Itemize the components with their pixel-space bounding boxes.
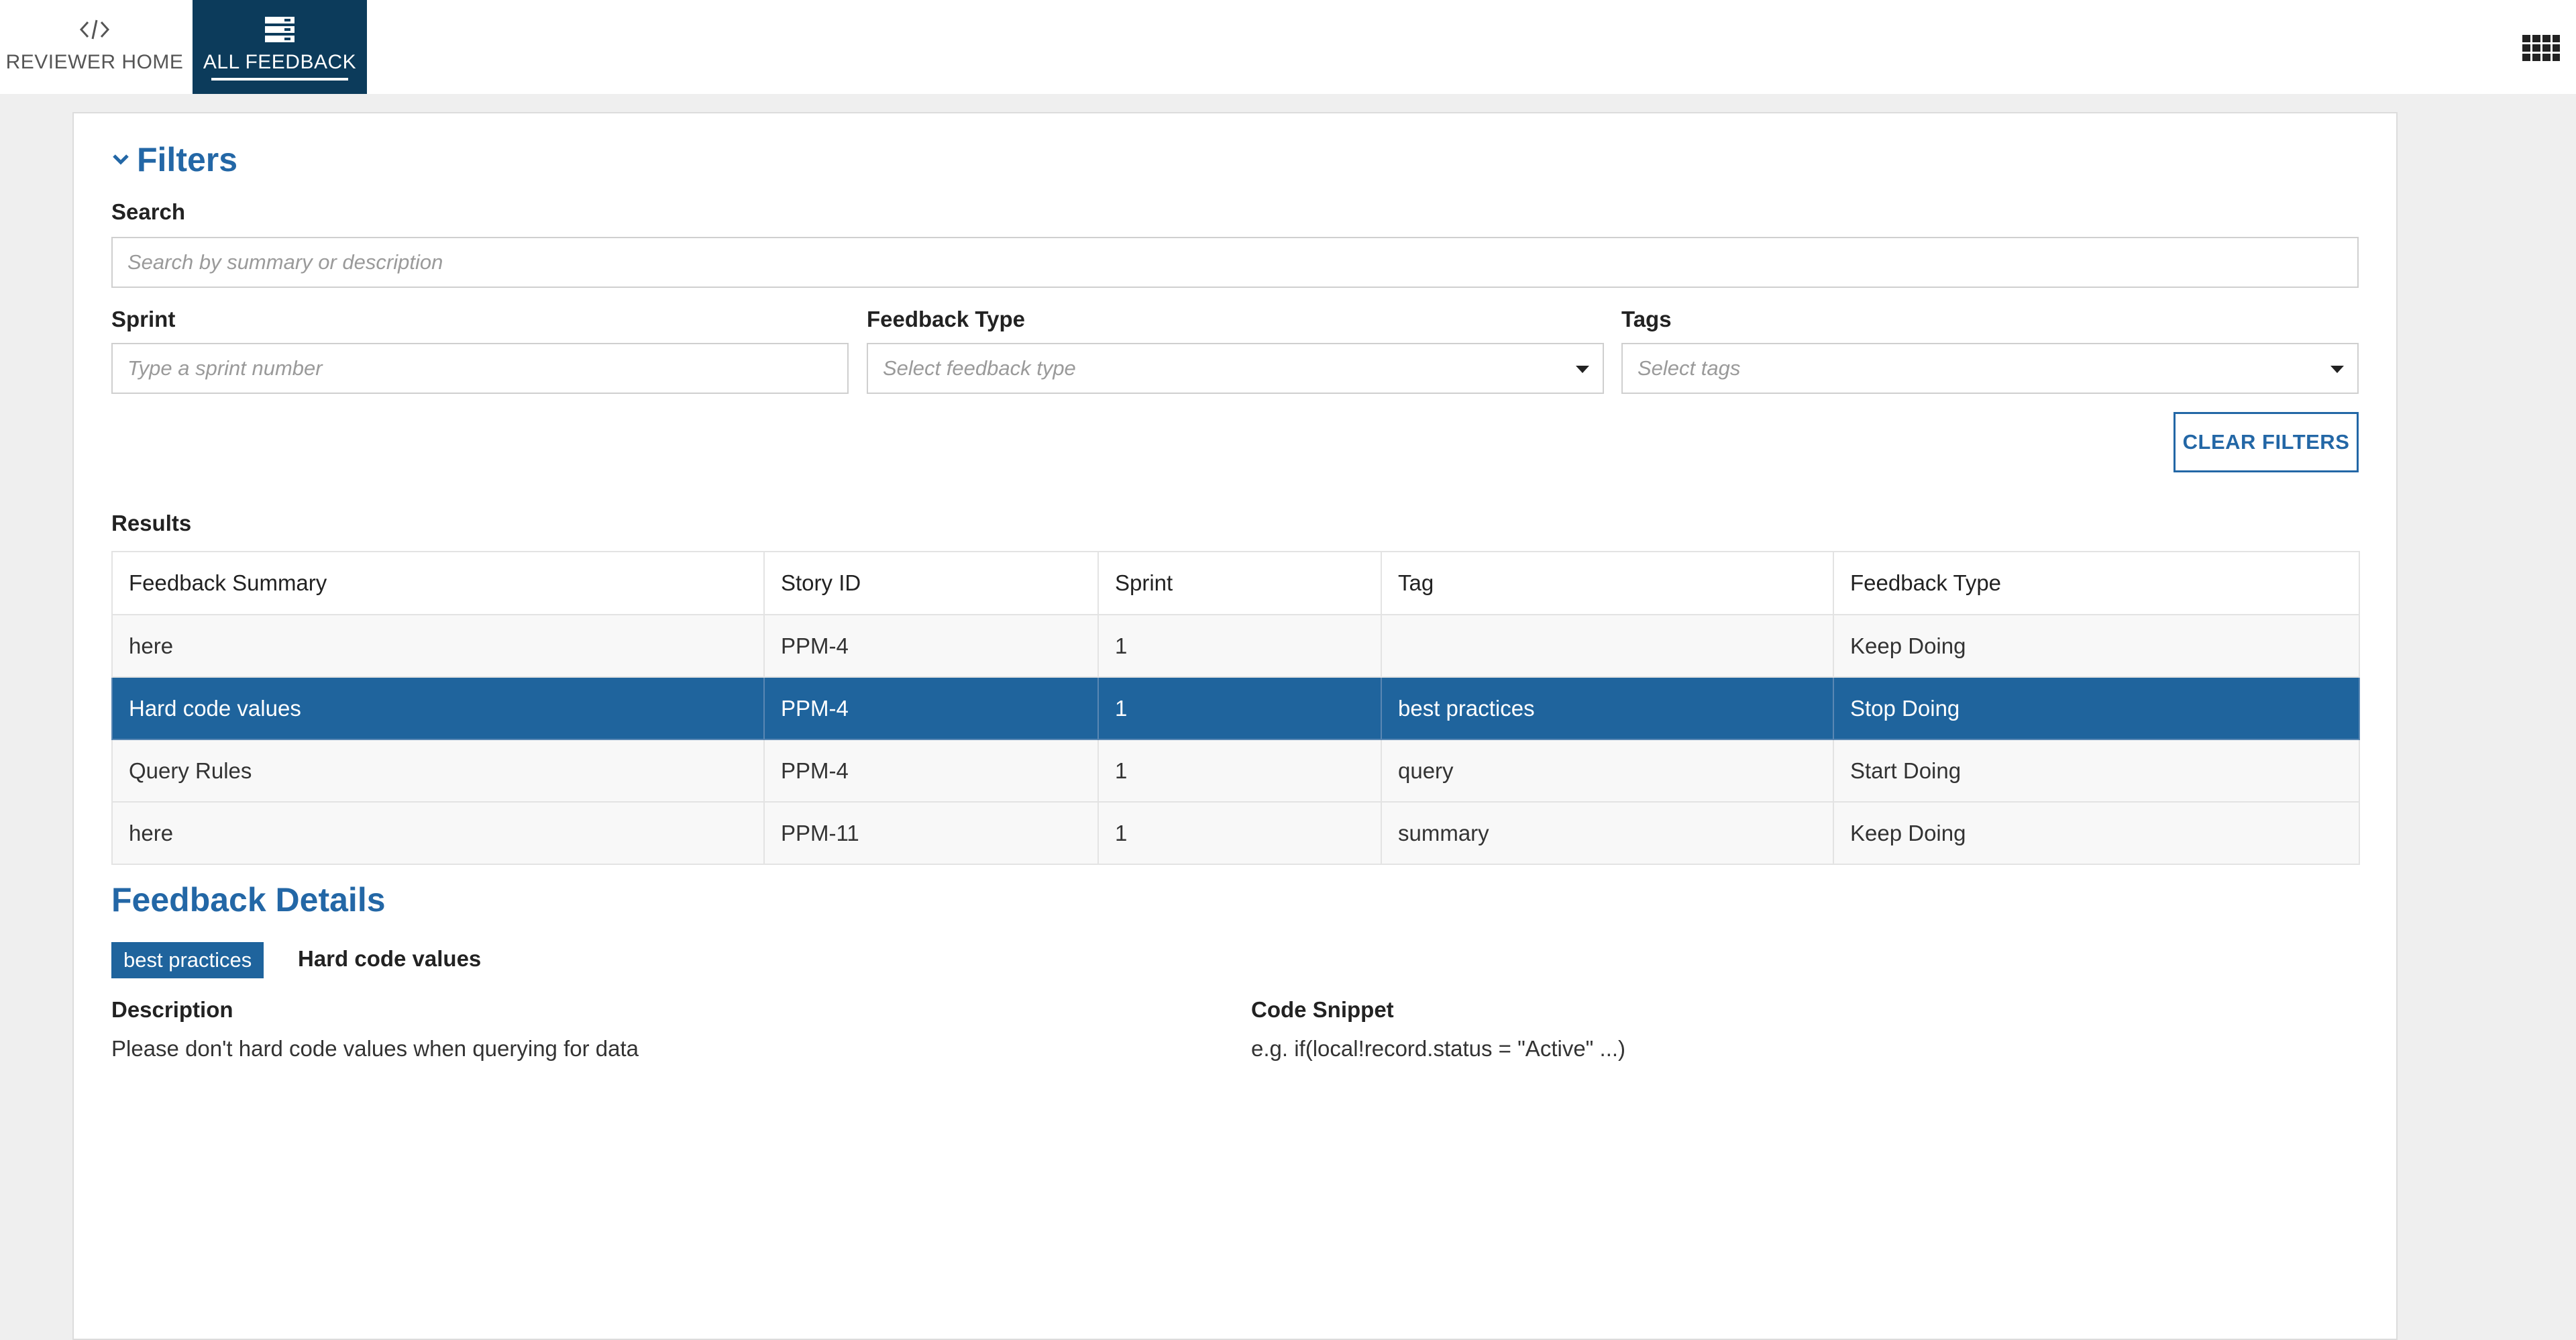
column-header-feedback-summary[interactable]: Feedback Summary [111, 551, 765, 615]
feedback-details-title: Feedback Details [111, 881, 386, 919]
cell-sprint: 1 [1097, 801, 1382, 865]
cell-story-id: PPM-4 [763, 739, 1099, 803]
dropdown-caret-icon [1576, 366, 1589, 373]
main-card: Filters Search Search by summary or desc… [72, 112, 2398, 1340]
column-header-tag[interactable]: Tag [1381, 551, 1834, 615]
search-label: Search [111, 199, 186, 224]
filters-toggle[interactable]: Filters [111, 140, 237, 179]
code-icon [0, 15, 189, 44]
top-nav: REVIEWER HOME ALL FEEDBACK [0, 0, 2576, 94]
table-row[interactable]: here PPM-11 1 summary Keep Doing [111, 801, 2360, 865]
code-snippet-label: Code Snippet [1251, 997, 1394, 1022]
tag-badge: best practices [111, 942, 264, 978]
tags-label: Tags [1621, 307, 1672, 331]
cell-tag: query [1381, 739, 1834, 803]
feedback-type-label: Feedback Type [867, 307, 1025, 331]
app-grid-button[interactable] [2522, 35, 2560, 62]
cell-feedback-type: Keep Doing [1833, 614, 2360, 678]
cell-feedback-type: Stop Doing [1833, 676, 2360, 740]
description-label: Description [111, 997, 233, 1022]
tags-select[interactable]: Select tags [1621, 343, 2359, 394]
list-icon [193, 15, 367, 44]
cell-tag: summary [1381, 801, 1834, 865]
clear-filters-button[interactable]: CLEAR FILTERS [2174, 412, 2359, 472]
tab-reviewer-home[interactable]: REVIEWER HOME [0, 0, 189, 94]
cell-summary: Query Rules [111, 739, 765, 803]
cell-story-id: PPM-4 [763, 614, 1099, 678]
tab-reviewer-home-label: REVIEWER HOME [5, 51, 184, 73]
cell-story-id: PPM-4 [763, 676, 1099, 740]
results-label: Results [111, 511, 192, 535]
cell-tag: best practices [1381, 676, 1834, 740]
cell-feedback-type: Keep Doing [1833, 801, 2360, 865]
code-snippet-text: e.g. if(local!record.status = "Active" .… [1251, 1036, 1626, 1061]
tab-all-feedback[interactable]: ALL FEEDBACK [193, 0, 367, 94]
tab-all-feedback-label: ALL FEEDBACK [203, 51, 357, 73]
cell-feedback-type: Start Doing [1833, 739, 2360, 803]
cell-summary: Hard code values [111, 676, 765, 740]
feedback-type-select[interactable]: Select feedback type [867, 343, 1604, 394]
sprint-input-placeholder: Type a sprint number [127, 356, 323, 380]
filters-title: Filters [137, 141, 238, 178]
sprint-input[interactable]: Type a sprint number [111, 343, 849, 394]
column-header-feedback-type[interactable]: Feedback Type [1833, 551, 2360, 615]
cell-sprint: 1 [1097, 614, 1382, 678]
cell-sprint: 1 [1097, 739, 1382, 803]
dropdown-caret-icon [2330, 366, 2344, 373]
table-row[interactable]: here PPM-4 1 Keep Doing [111, 614, 2360, 678]
results-table: Feedback Summary Story ID Sprint Tag Fee… [111, 551, 2360, 865]
cell-summary: here [111, 614, 765, 678]
detail-summary: Hard code values [298, 946, 482, 971]
app-grid-icon [2522, 35, 2560, 61]
search-input[interactable]: Search by summary or description [111, 237, 2359, 288]
feedback-type-placeholder: Select feedback type [883, 356, 1076, 380]
column-header-sprint[interactable]: Sprint [1097, 551, 1382, 615]
search-input-placeholder: Search by summary or description [127, 250, 443, 274]
cell-story-id: PPM-11 [763, 801, 1099, 865]
cell-tag [1381, 614, 1834, 678]
table-row[interactable]: Query Rules PPM-4 1 query Start Doing [111, 739, 2360, 803]
description-text: Please don't hard code values when query… [111, 1036, 639, 1061]
tags-placeholder: Select tags [1638, 356, 1741, 380]
sprint-label: Sprint [111, 307, 176, 331]
table-row-selected[interactable]: Hard code values PPM-4 1 best practices … [111, 676, 2360, 740]
active-tab-indicator [211, 78, 348, 81]
cell-sprint: 1 [1097, 676, 1382, 740]
column-header-story-id[interactable]: Story ID [763, 551, 1099, 615]
cell-summary: here [111, 801, 765, 865]
chevron-down-icon [111, 152, 131, 168]
table-header-row: Feedback Summary Story ID Sprint Tag Fee… [111, 551, 2360, 615]
